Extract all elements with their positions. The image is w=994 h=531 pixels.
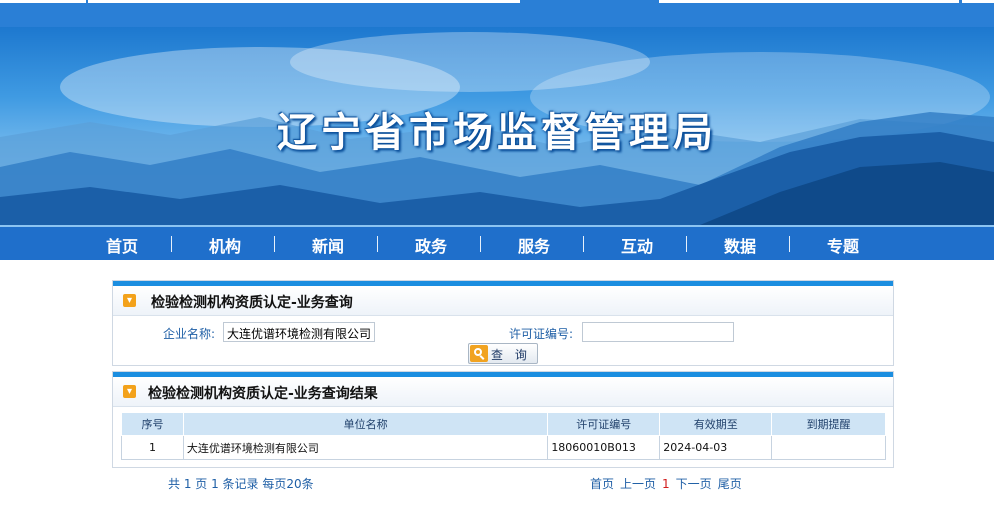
table-row: 1 大连优谱环境检测有限公司 18060010B013 2024-04-03 [121, 435, 886, 460]
current-page-number: 1 [662, 477, 670, 491]
site-title: 辽宁省市场监督管理局 [277, 110, 717, 156]
column-header-valid-until: 有效期至 [659, 412, 773, 436]
query-panel-title: 检验检测机构资质认定-业务查询 [151, 295, 353, 311]
cell-expiry-reminder [771, 435, 886, 460]
nav-divider [171, 236, 172, 252]
query-panel-header: ▾ 检验检测机构资质认定-业务查询 [113, 286, 893, 316]
license-number-label: 许可证编号: [509, 327, 574, 341]
nav-item-government[interactable]: 政务 [415, 233, 447, 257]
table-header-row: 序号 单位名称 许可证编号 有效期至 到期提醒 [121, 412, 886, 436]
nav-item-home[interactable]: 首页 [106, 233, 138, 257]
result-panel: ▾ 检验检测机构资质认定-业务查询结果 序号 单位名称 许可证编号 有效期至 到… [112, 371, 894, 468]
nav-item-interaction[interactable]: 互动 [621, 233, 653, 257]
company-name-label: 企业名称: [163, 327, 216, 341]
search-button-label: 查 询 [491, 348, 531, 362]
chevron-down-icon: ▾ [123, 294, 136, 307]
pagination: 首页 上一页 1 下一页 尾页 [590, 475, 748, 492]
column-header-index: 序号 [121, 412, 184, 436]
nav-item-data[interactable]: 数据 [724, 233, 756, 257]
cell-valid-until: 2024-04-03 [659, 435, 773, 460]
top-strip-segment [962, 0, 994, 3]
nav-divider [377, 236, 378, 252]
top-strip-segment [659, 0, 959, 3]
cell-company-name[interactable]: 大连优谱环境检测有限公司 [182, 435, 549, 460]
search-icon [470, 345, 488, 362]
chevron-down-icon: ▾ [123, 385, 136, 398]
result-panel-header: ▾ 检验检测机构资质认定-业务查询结果 [113, 377, 893, 407]
nav-divider [686, 236, 687, 252]
nav-item-news[interactable]: 新闻 [312, 233, 344, 257]
top-strip-segment [88, 0, 520, 3]
nav-item-services[interactable]: 服务 [518, 233, 550, 257]
column-header-company: 单位名称 [182, 412, 549, 436]
cell-index: 1 [121, 435, 184, 460]
nav-divider [789, 236, 790, 252]
next-page-link[interactable]: 下一页 [676, 477, 712, 491]
nav-divider [480, 236, 481, 252]
search-button[interactable]: 查 询 [468, 343, 538, 364]
column-header-expiry-reminder: 到期提醒 [771, 412, 886, 436]
first-page-link[interactable]: 首页 [590, 477, 614, 491]
column-header-license: 许可证编号 [547, 412, 661, 436]
nav-divider [583, 236, 584, 252]
pagination-summary: 共 1 页 1 条记录 每页20条 [168, 477, 314, 491]
query-panel: ▾ 检验检测机构资质认定-业务查询 企业名称: 大连优谱环境检测有限公司 许可证… [112, 280, 894, 366]
main-nav: 首页 机构 新闻 政务 服务 互动 数据 专题 [0, 225, 994, 260]
cell-license-number: 18060010B013 [547, 435, 661, 460]
result-table: 序号 单位名称 许可证编号 有效期至 到期提醒 1 大连优谱环境检测有限公司 1… [121, 412, 886, 460]
header-banner: 辽宁省市场监督管理局 [0, 27, 994, 225]
license-number-input[interactable] [582, 322, 734, 342]
top-strip-segment [0, 0, 86, 3]
prev-page-link[interactable]: 上一页 [620, 477, 656, 491]
result-panel-title: 检验检测机构资质认定-业务查询结果 [148, 386, 378, 402]
nav-item-organization[interactable]: 机构 [209, 233, 241, 257]
top-strip [0, 0, 994, 27]
company-name-input[interactable]: 大连优谱环境检测有限公司 [223, 322, 375, 342]
nav-divider [274, 236, 275, 252]
nav-item-topics[interactable]: 专题 [827, 233, 859, 257]
last-page-link[interactable]: 尾页 [718, 477, 742, 491]
